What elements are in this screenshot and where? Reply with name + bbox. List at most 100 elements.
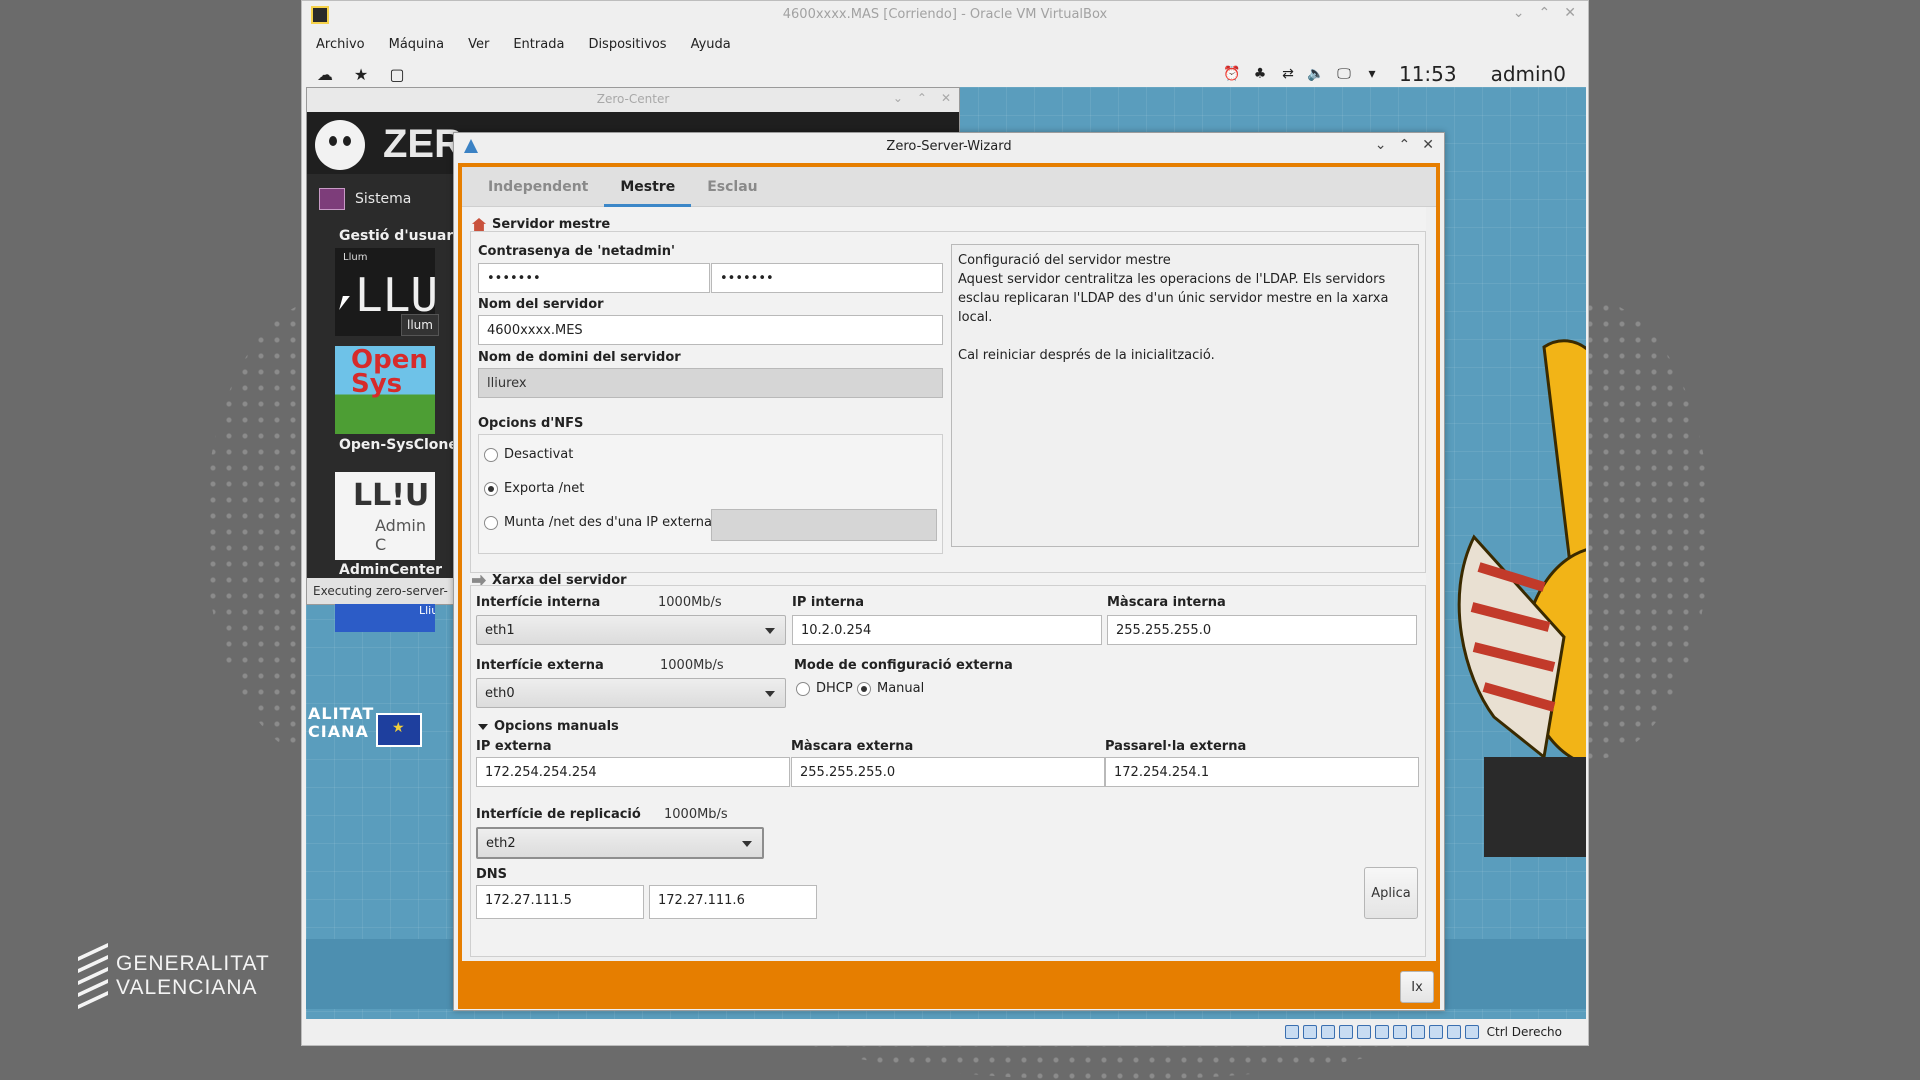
external-ip-label: IP externa [476,739,552,754]
ix-exit-button[interactable]: Ix [1400,971,1434,1003]
guest-clock[interactable]: 11:53 [1399,62,1457,86]
wizard-minimize-icon[interactable]: ⌄ [1375,137,1387,153]
zero-center-title: Zero-Center [596,92,670,106]
keyboard-capture-icon[interactable] [1464,1025,1479,1039]
nfs-munta-radio[interactable]: Munta /net des d'una IP externa [484,515,712,530]
zc-close-icon[interactable]: ✕ [941,91,951,105]
gateway-field[interactable]: 172.254.254.1 [1105,757,1419,787]
info-title: Configuració del servidor mestre [958,253,1171,268]
display-icon[interactable]: 🖵 [1335,66,1353,82]
mouse-integration-icon[interactable] [1446,1025,1461,1039]
tab-esclau[interactable]: Esclau [691,167,773,207]
password-field[interactable]: ••••••• [478,263,710,293]
server-name-label: Nom del servidor [478,297,604,312]
audio-icon[interactable] [1320,1025,1335,1039]
optical-drive-icon[interactable] [1302,1025,1317,1039]
nfs-option-label: Desactivat [504,447,574,462]
generalitat-valenciana-logo: GENERALITAT VALENCIANA [78,940,270,1012]
guest-menu-icon[interactable]: ☁ [314,65,336,84]
zero-mascot-logo-icon [315,120,365,170]
combo-value: eth0 [485,686,515,701]
ext-mode-label: Mode de configuració externa [794,658,1013,673]
internal-iface-select[interactable]: eth1 [476,615,786,645]
radio-indicator-selected [857,681,871,696]
radio-indicator [484,515,498,530]
guest-user[interactable]: admin0 [1491,62,1566,86]
menu-archivo[interactable]: Archivo [316,37,365,52]
zero-center-logo-text: ZER [383,122,463,166]
external-mask-field[interactable]: 255.255.255.0 [791,757,1105,787]
gva-logo-line2: VALENCIANA [116,976,258,999]
external-iface-label: Interfície externa [476,658,604,673]
virtualization-icon[interactable] [1428,1025,1443,1039]
external-ip-field[interactable]: 172.254.254.254 [476,757,790,787]
guest-gva-logo-text: ALITAT CIANA [308,705,374,741]
tile-opensys-art: Open Sys [351,346,428,399]
favorites-star-icon[interactable]: ★ [350,65,372,84]
wizard-close-icon[interactable]: ✕ [1422,137,1434,153]
server-name-field[interactable]: 4600xxxx.MES [478,315,943,345]
display-status-icon[interactable] [1392,1025,1407,1039]
virtualbox-statusbar: Ctrl Derecho [302,1019,1588,1045]
zc-maximize-icon[interactable]: ⌃ [917,91,927,105]
virtualbox-menubar: Archivo Máquina Ver Entrada Dispositivos… [302,29,1588,59]
password-label: Contrasenya de 'netadmin' [478,244,675,259]
home-icon [472,218,486,231]
zc-minimize-icon[interactable]: ⌄ [893,91,903,105]
show-desktop-icon[interactable]: ▢ [386,65,408,84]
apply-button[interactable]: Aplica [1364,867,1418,919]
ext-mode-manual-radio[interactable]: Manual [857,681,924,696]
replication-iface-select[interactable]: eth2 [476,827,764,859]
shared-folders-icon[interactable] [1374,1025,1389,1039]
dns2-field[interactable]: 172.27.111.6 [649,885,817,919]
ext-mode-option-label: DHCP [816,681,853,696]
users-icon[interactable]: ♣ [1251,66,1269,82]
tile-admincenter[interactable]: LL!U Admin C [335,472,435,560]
usb-icon[interactable] [1356,1025,1371,1039]
nfs-exporta-radio[interactable]: Exporta /net [484,481,584,496]
tile-open-sysclone[interactable]: Open Sys [335,346,435,434]
category-sistema[interactable]: Sistema [319,188,411,210]
external-iface-select[interactable]: eth0 [476,678,786,708]
internal-ip-field[interactable]: 10.2.0.254 [792,615,1102,645]
minimize-icon[interactable]: ⌄ [1513,5,1525,21]
tile-label-gestio-usuaris: Gestió d'usuaris [339,228,467,244]
tray-expand-icon[interactable]: ▾ [1363,66,1381,82]
internal-ip-label: IP interna [792,595,865,610]
network-icon[interactable] [1338,1025,1353,1039]
manual-options-toggle[interactable]: Opcions manuals [478,719,619,734]
password-confirm-field[interactable]: ••••••• [711,263,943,293]
menu-maquina[interactable]: Máquina [389,37,445,52]
nfs-desactivat-radio[interactable]: Desactivat [484,447,573,462]
internal-mask-field[interactable]: 255.255.255.0 [1107,615,1417,645]
menu-dispositivos[interactable]: Dispositivos [588,37,666,52]
replication-iface-label: Interfície de replicació [476,807,641,822]
volume-icon[interactable]: 🔈 [1307,66,1325,82]
menu-ver[interactable]: Ver [468,37,489,52]
hard-disk-icon[interactable] [1284,1025,1299,1039]
maximize-icon[interactable]: ⌃ [1539,5,1551,21]
wizard-inner: Independent Mestre Esclau Servidor mestr… [458,167,1440,1009]
menu-entrada[interactable]: Entrada [513,37,564,52]
video-capture-icon[interactable] [1410,1025,1425,1039]
wizard-footer: Ix [458,965,1440,1009]
virtualbox-titlebar: 4600xxxx.MAS [Corriendo] - Oracle VM Vir… [302,1,1588,29]
tile-admin-sub: Admin C [375,516,426,554]
tab-independent[interactable]: Independent [472,167,604,207]
domain-label: Nom de domini del servidor [478,350,681,365]
nfs-external-ip-field [711,509,937,541]
ext-mode-dhcp-radio[interactable]: DHCP [796,681,853,696]
guest-gva-line1: ALITAT [308,704,375,723]
tile-label-open-sysclone: Open-SysClone [339,437,458,453]
menu-ayuda[interactable]: Ayuda [691,37,731,52]
internal-mask-label: Màscara interna [1107,595,1226,610]
notifications-icon[interactable]: ⏰ [1223,66,1241,82]
gateway-label: Passarel·la externa [1105,739,1247,754]
network-share-icon[interactable]: ⇄ [1279,66,1297,82]
master-section-title: Servidor mestre [472,217,610,232]
wizard-maximize-icon[interactable]: ⌃ [1399,137,1411,153]
dns1-field[interactable]: 172.27.111.5 [476,885,644,919]
tab-mestre[interactable]: Mestre [604,167,692,207]
close-icon[interactable]: ✕ [1564,5,1576,21]
info-restart-note: Cal reiniciar després de la inicialitzac… [958,348,1215,363]
